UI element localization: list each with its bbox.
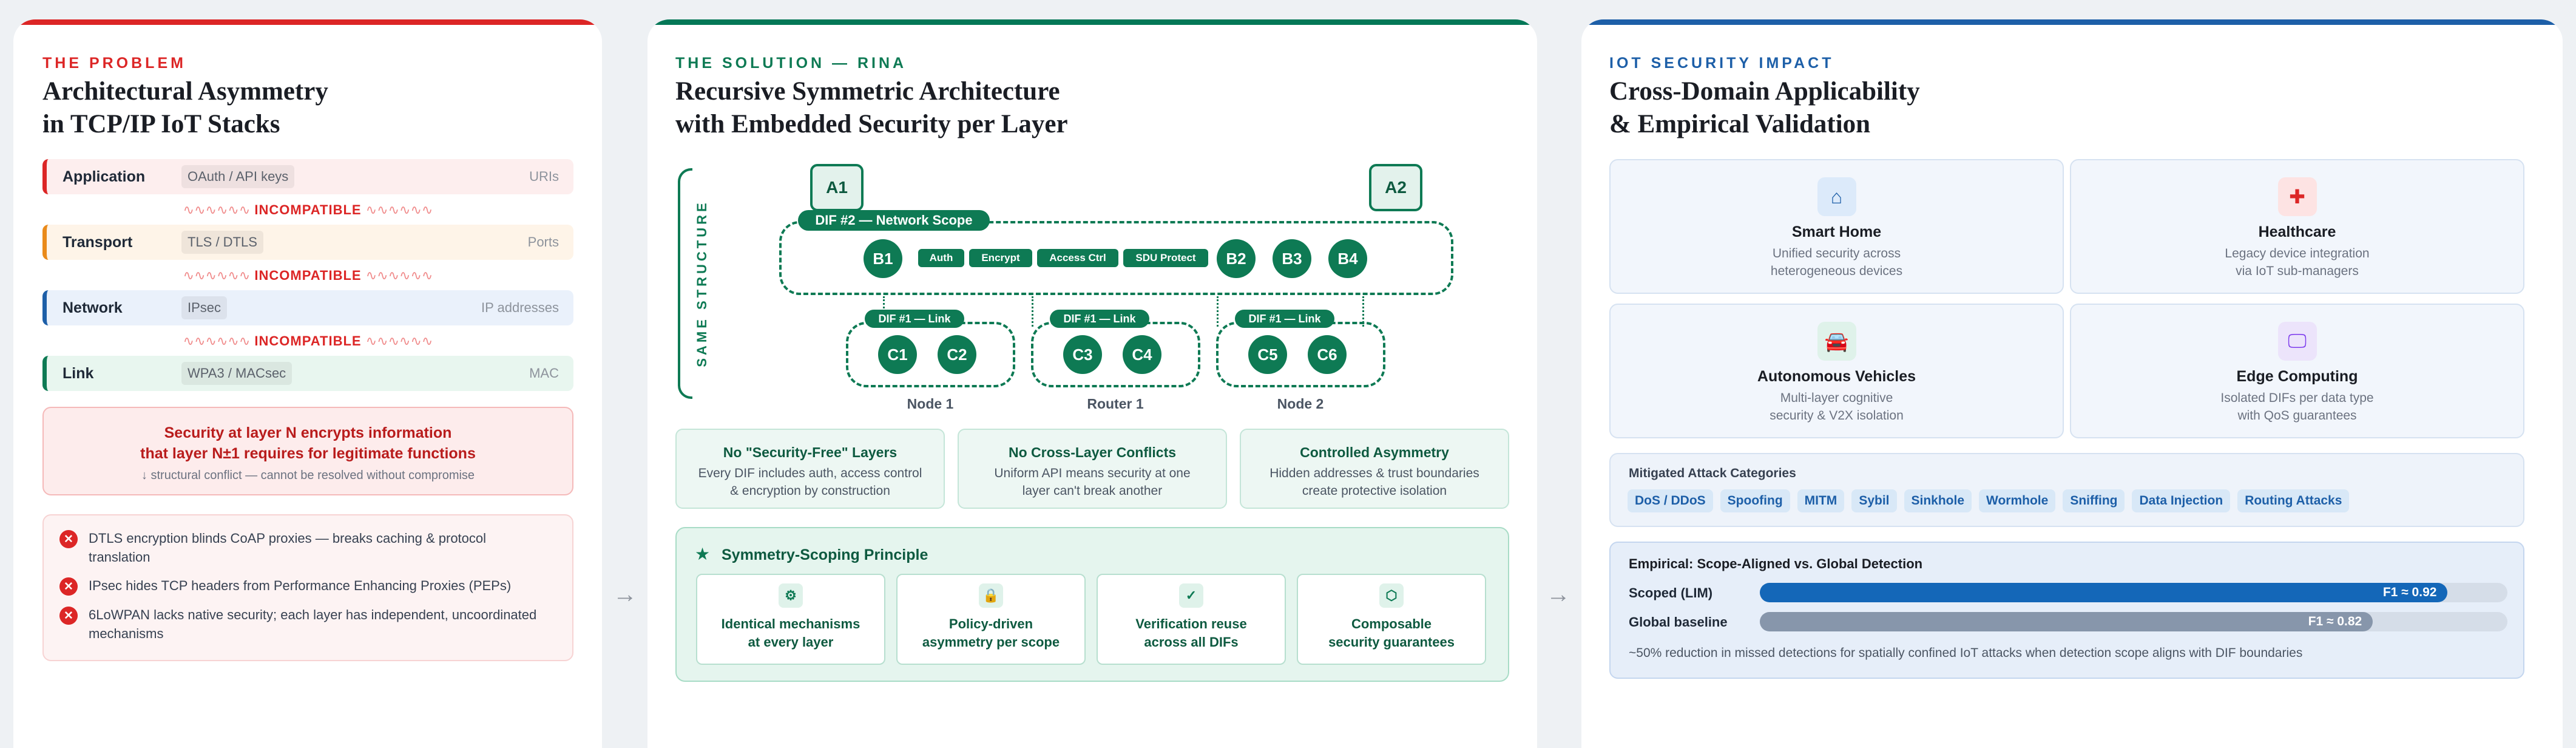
node-b4: B4 (1328, 239, 1367, 278)
layer-application: Application OAuth / API keys URIs (42, 159, 573, 194)
connector-line (1217, 296, 1219, 327)
list-item: ✕ DTLS encryption blinds CoAP proxies — … (59, 529, 545, 566)
dif-2-label: DIF #2 — Network Scope (798, 210, 990, 231)
layer-transport: Transport TLS / DTLS Ports (42, 225, 573, 260)
arrow-right-icon: → (1546, 581, 1570, 608)
gear-icon: ⚙ (779, 583, 803, 608)
attack-tag: Spoofing (1720, 489, 1790, 512)
bar-fill-scoped: F1 ≈ 0.92 (1760, 583, 2448, 602)
domain-card-edge-computing: 🖵 Edge Computing Isolated DIFs per data … (2070, 304, 2524, 438)
list-item: ✕ IPsec hides TCP headers from Performan… (59, 576, 545, 596)
node-c4: C4 (1123, 335, 1161, 374)
problem-title: Architectural Asymmetry in TCP/IP IoT St… (42, 77, 328, 138)
bar-track: F1 ≈ 0.82 (1760, 612, 2507, 631)
problem-panel: THE PROBLEM Architectural Asymmetry in T… (13, 19, 602, 748)
problem-eyebrow: THE PROBLEM (42, 55, 186, 72)
same-structure-bracket (678, 168, 692, 399)
shield-icon: ⬡ (1379, 583, 1404, 608)
domain-card-healthcare: ✚ Healthcare Legacy device integration v… (2070, 159, 2524, 294)
caption-node-2: Node 2 (1277, 396, 1324, 412)
impact-eyebrow: IOT SECURITY IMPACT (1609, 55, 1834, 72)
bar-label: Scoped (LIM) (1629, 585, 1713, 600)
property-card: No Cross-Layer Conflicts Uniform API mea… (958, 429, 1227, 509)
error-icon: ✕ (59, 530, 78, 548)
app-a2: A2 (1369, 164, 1422, 211)
attack-tag: DoS / DDoS (1628, 489, 1713, 512)
empirical-validation: Empirical: Scope-Aligned vs. Global Dete… (1609, 542, 2524, 679)
bar-label: Global baseline (1629, 614, 1728, 630)
dif-1-label: DIF #1 — Link (1235, 310, 1334, 328)
medical-cross-icon: ✚ (2277, 177, 2317, 216)
connector-line (1032, 296, 1033, 327)
node-b3: B3 (1273, 239, 1311, 278)
solution-title: Recursive Symmetric Architecture with Em… (675, 77, 1068, 138)
node-b1: B1 (864, 239, 902, 278)
incompatible-label: ∿∿∿∿∿∿ INCOMPATIBLE ∿∿∿∿∿∿ (183, 268, 433, 283)
arrow-right-icon: → (613, 581, 637, 608)
error-icon: ✕ (59, 577, 78, 596)
solution-accent-bar (647, 19, 1537, 25)
domain-card-autonomous-vehicles: 🚘 Autonomous Vehicles Multi-layer cognit… (1609, 304, 2064, 438)
attack-tag: Sniffing (2063, 489, 2125, 512)
node-c6: C6 (1308, 335, 1347, 374)
impact-accent-bar (1581, 19, 2563, 25)
impact-title: Cross-Domain Applicability & Empirical V… (1609, 77, 1920, 138)
star-icon: ★ (695, 545, 711, 563)
mitigated-attacks: Mitigated Attack Categories DoS / DDoS S… (1609, 453, 2524, 527)
principle-card: ⬡ Composable security guarantees (1297, 574, 1486, 665)
bar-fill-global: F1 ≈ 0.82 (1760, 612, 2373, 631)
dif-1-label: DIF #1 — Link (865, 310, 964, 328)
chip-sdu-protect: SDU Protect (1123, 249, 1208, 267)
chip-auth: Auth (918, 249, 964, 267)
car-icon: 🚘 (1817, 322, 1856, 361)
structural-conflict-box: Security at layer N encrypts information… (42, 407, 573, 495)
bar-track: F1 ≈ 0.92 (1760, 583, 2507, 602)
incompatible-label: ∿∿∿∿∿∿ INCOMPATIBLE ∿∿∿∿∿∿ (183, 202, 433, 217)
attack-tag: Sinkhole (1904, 489, 1972, 512)
node-b2: B2 (1217, 239, 1256, 278)
principle-title: Symmetry-Scoping Principle (722, 546, 928, 563)
caption-router-1: Router 1 (1087, 396, 1144, 412)
incompatible-label: ∿∿∿∿∿∿ INCOMPATIBLE ∿∿∿∿∿∿ (183, 333, 433, 348)
chip-encrypt: Encrypt (969, 249, 1032, 267)
node-c2: C2 (938, 335, 976, 374)
list-item: ✕ 6LoWPAN lacks native security; each la… (59, 605, 545, 643)
principle-card: ⚙ Identical mechanisms at every layer (696, 574, 885, 665)
node-c3: C3 (1063, 335, 1102, 374)
app-a1: A1 (810, 164, 864, 211)
impact-panel: IOT SECURITY IMPACT Cross-Domain Applica… (1581, 19, 2563, 748)
node-c1: C1 (878, 335, 917, 374)
chip-access-ctrl: Access Ctrl (1037, 249, 1118, 267)
property-card: No "Security-Free" Layers Every DIF incl… (675, 429, 945, 509)
monitor-icon: 🖵 (2277, 322, 2317, 361)
symmetry-scoping-principle: ★ Symmetry-Scoping Principle ⚙ Identical… (675, 527, 1509, 682)
check-icon: ✓ (1179, 583, 1203, 608)
home-icon: ⌂ (1817, 177, 1856, 216)
attack-tag: Wormhole (1979, 489, 2056, 512)
attack-tag: MITM (1797, 489, 1845, 512)
principle-card: ✓ Verification reuse across all DIFs (1097, 574, 1286, 665)
attack-tags: DoS / DDoS Spoofing MITM Sybil Sinkhole … (1628, 489, 2350, 512)
problem-accent-bar (13, 19, 602, 25)
attack-tag: Data Injection (2132, 489, 2231, 512)
problem-list: ✕ DTLS encryption blinds CoAP proxies — … (42, 514, 573, 661)
solution-panel: THE SOLUTION — RINA Recursive Symmetric … (647, 19, 1537, 748)
solution-eyebrow: THE SOLUTION — RINA (675, 55, 907, 72)
node-c5: C5 (1248, 335, 1287, 374)
principle-card: 🔒 Policy-driven asymmetry per scope (896, 574, 1086, 665)
attack-tag: Sybil (1851, 489, 1897, 512)
dif-1-box-router1 (1031, 322, 1200, 387)
layer-network: Network IPsec IP addresses (42, 290, 573, 325)
property-card: Controlled Asymmetry Hidden addresses & … (1240, 429, 1509, 509)
error-icon: ✕ (59, 607, 78, 625)
attack-tag: Routing Attacks (2237, 489, 2350, 512)
same-structure-label: SAME STRUCTURE (694, 200, 709, 367)
layer-link: Link WPA3 / MACsec MAC (42, 356, 573, 391)
caption-node-1: Node 1 (907, 396, 954, 412)
domain-card-smart-home: ⌂ Smart Home Unified security across het… (1609, 159, 2064, 294)
dif-1-box-node2 (1216, 322, 1385, 387)
dif-1-box-node1 (846, 322, 1015, 387)
dif-1-label: DIF #1 — Link (1050, 310, 1149, 328)
lock-icon: 🔒 (979, 583, 1003, 608)
